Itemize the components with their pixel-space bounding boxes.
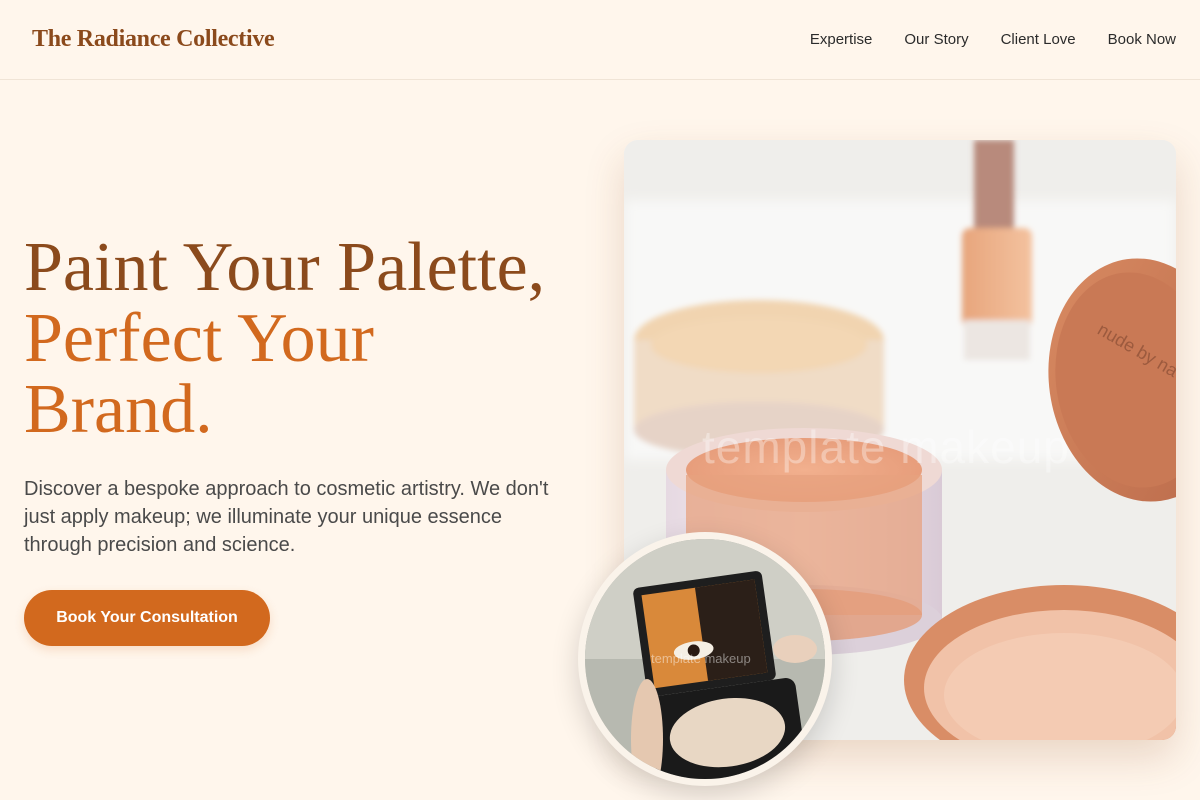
nav-link-our-story[interactable]: Our Story bbox=[904, 31, 968, 48]
nav-link-expertise[interactable]: Expertise bbox=[810, 31, 873, 48]
nav-link-client-love[interactable]: Client Love bbox=[1001, 31, 1076, 48]
main-nav: Expertise Our Story Client Love Book Now bbox=[810, 31, 1176, 48]
circle-image-watermark: template makeup bbox=[651, 651, 751, 666]
main-image-watermark: template makeup bbox=[702, 421, 1070, 473]
site-header: The Radiance Collective Expertise Our St… bbox=[0, 0, 1200, 80]
brand-logo[interactable]: The Radiance Collective bbox=[32, 26, 275, 53]
nav-link-book-now[interactable]: Book Now bbox=[1108, 31, 1176, 48]
hero-title-line-3: Brand. bbox=[24, 371, 213, 448]
book-consultation-button[interactable]: Book Your Consultation bbox=[24, 590, 270, 646]
hero-title-line-2: Perfect Your bbox=[24, 300, 374, 377]
hero-subtitle: Discover a bespoke approach to cosmetic … bbox=[24, 478, 549, 556]
hero-title: Paint Your Palette, Perfect Your Brand. bbox=[24, 232, 604, 445]
compact-mirror-photo: template makeup bbox=[585, 539, 825, 779]
hero-title-line-1: Paint Your Palette, bbox=[24, 229, 546, 306]
compact-mirror-image: template makeup bbox=[578, 532, 832, 786]
